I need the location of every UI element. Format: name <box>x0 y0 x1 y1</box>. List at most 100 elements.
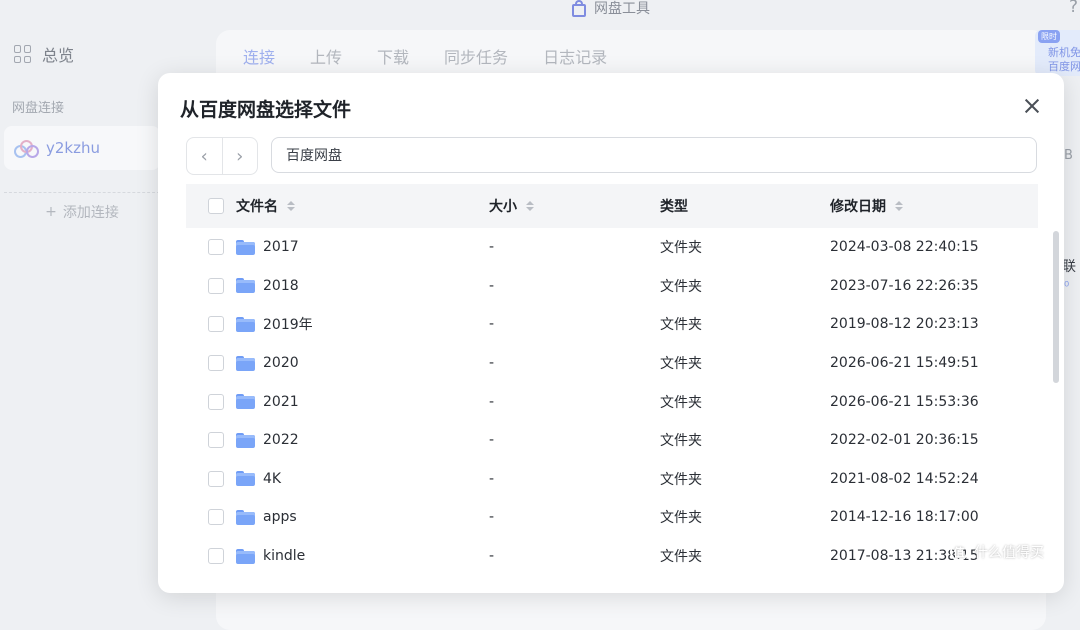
folder-icon <box>236 355 255 371</box>
file-date: 2022-02-01 20:36:15 <box>830 432 979 449</box>
tab-download[interactable]: 下载 <box>377 44 409 68</box>
watermark-text: 什么值得买 <box>974 545 1044 561</box>
folder-icon <box>236 432 255 448</box>
account-name: y2kzhu <box>46 139 100 157</box>
folder-icon <box>236 471 255 487</box>
table-row[interactable]: 2020 - 文件夹 2026-06-21 15:49:51 <box>186 344 1038 383</box>
sidebar-item-account[interactable]: y2kzhu <box>4 126 160 170</box>
close-icon[interactable] <box>1020 94 1044 118</box>
file-size: - <box>489 355 495 372</box>
grid-icon <box>14 45 32 63</box>
file-date: 2021-08-02 14:52:24 <box>830 470 979 487</box>
row-checkbox[interactable] <box>208 277 224 294</box>
table-header: 文件名 大小 类型 修改日期 <box>186 184 1038 228</box>
table-row[interactable]: apps - 文件夹 2014-12-16 18:17:00 <box>186 498 1038 537</box>
row-checkbox[interactable] <box>208 393 224 410</box>
file-date: 2024-03-08 22:40:15 <box>830 239 979 256</box>
table-row[interactable]: 2019年 - 文件夹 2019-08-12 20:23:13 <box>186 305 1038 344</box>
sort-icon[interactable] <box>895 201 903 211</box>
column-header-date: 修改日期 <box>830 199 886 215</box>
add-connection-label: 添加连接 <box>62 205 119 221</box>
background-text: 联 <box>1062 259 1076 275</box>
file-name: 2019年 <box>263 317 313 334</box>
file-size: - <box>489 548 495 565</box>
table-row[interactable]: 2022 - 文件夹 2022-02-01 20:36:15 <box>186 421 1038 460</box>
table-row[interactable]: 4K - 文件夹 2021-08-02 14:52:24 <box>186 460 1038 499</box>
folder-icon <box>236 278 255 294</box>
app-title-text: 网盘工具 <box>594 1 650 17</box>
folder-icon <box>236 394 255 410</box>
file-type: 文件夹 <box>660 549 702 566</box>
plus-icon: + <box>45 204 57 220</box>
lock-icon <box>572 0 586 17</box>
back-button[interactable]: ‹ <box>187 138 222 174</box>
tab-connect[interactable]: 连接 <box>243 44 275 68</box>
path-input[interactable] <box>271 137 1037 173</box>
background-text: B <box>1064 148 1073 163</box>
file-date: 2019-08-12 20:23:13 <box>830 316 979 333</box>
folder-icon <box>236 239 255 255</box>
column-header-size: 大小 <box>489 199 517 215</box>
chevron-left-icon: ‹ <box>200 145 208 167</box>
file-date: 2026-06-21 15:49:51 <box>830 355 979 372</box>
file-picker-dialog: 从百度网盘选择文件 ‹ › 文件名 大小 类型 修改日期 2017 - 文件夹 … <box>158 73 1064 593</box>
file-date: 2014-12-16 18:17:00 <box>830 509 979 526</box>
sort-icon[interactable] <box>287 201 295 211</box>
table-row[interactable]: 2018 - 文件夹 2023-07-16 22:26:35 <box>186 267 1038 306</box>
file-type: 文件夹 <box>660 356 702 373</box>
file-size: - <box>489 277 495 294</box>
file-type: 文件夹 <box>660 510 702 527</box>
add-connection-button[interactable]: + 添加连接 <box>4 192 160 231</box>
folder-icon <box>236 509 255 525</box>
file-name: 4K <box>263 470 282 487</box>
file-date: 2023-07-16 22:26:35 <box>830 277 979 294</box>
file-name: apps <box>263 509 297 526</box>
scrollbar[interactable] <box>1053 231 1059 383</box>
folder-icon <box>236 548 255 564</box>
row-checkbox[interactable] <box>208 355 224 372</box>
table-row[interactable]: 2017 - 文件夹 2024-03-08 22:40:15 <box>186 228 1038 267</box>
promo-badge: 限时 <box>1038 30 1060 43</box>
row-checkbox[interactable] <box>208 432 224 449</box>
row-checkbox[interactable] <box>208 548 224 565</box>
tab-sync-tasks[interactable]: 同步任务 <box>444 44 508 68</box>
app-title: 网盘工具 <box>572 0 650 18</box>
promo-banner[interactable]: 限时 新机免 百度网 <box>1035 30 1080 76</box>
file-type: 文件夹 <box>660 317 702 334</box>
tab-upload[interactable]: 上传 <box>310 44 342 68</box>
file-table: 文件名 大小 类型 修改日期 2017 - 文件夹 2024-03-08 22:… <box>186 184 1038 575</box>
chevron-right-icon: › <box>236 145 244 167</box>
file-size: - <box>489 393 495 410</box>
row-checkbox[interactable] <box>208 470 224 487</box>
file-name: 2021 <box>263 393 299 410</box>
table-row[interactable]: 2021 - 文件夹 2026-06-21 15:53:36 <box>186 382 1038 421</box>
file-name: kindle <box>263 548 306 565</box>
sidebar-item-label: 总览 <box>42 46 75 65</box>
file-name: 2020 <box>263 355 299 372</box>
file-size: - <box>489 470 495 487</box>
row-checkbox[interactable] <box>208 509 224 526</box>
sidebar: 总览 网盘连接 y2kzhu + 添加连接 <box>0 24 160 577</box>
nav-buttons: ‹ › <box>186 137 258 175</box>
row-checkbox[interactable] <box>208 316 224 333</box>
file-type: 文件夹 <box>660 433 702 450</box>
promo-line: 百度网 <box>1048 60 1080 73</box>
file-type: 文件夹 <box>660 394 702 411</box>
tab-logs[interactable]: 日志记录 <box>543 44 607 68</box>
sort-icon[interactable] <box>526 201 534 211</box>
file-date: 2026-06-21 15:53:36 <box>830 393 979 410</box>
section-label: 网盘连接 <box>12 101 65 116</box>
file-type: 文件夹 <box>660 240 702 257</box>
table-row[interactable]: kindle - 文件夹 2017-08-13 21:38:15 <box>186 537 1038 576</box>
dialog-title: 从百度网盘选择文件 <box>180 99 352 121</box>
row-checkbox[interactable] <box>208 239 224 256</box>
watermark-logo-icon: 值 <box>950 543 968 561</box>
sidebar-item-overview[interactable]: 总览 <box>14 42 74 66</box>
forward-button[interactable]: › <box>221 138 258 174</box>
select-all-checkbox[interactable] <box>208 198 224 214</box>
file-type: 文件夹 <box>660 278 702 295</box>
folder-icon <box>236 316 255 332</box>
help-icon[interactable]: ? <box>1069 0 1078 17</box>
column-header-name: 文件名 <box>236 199 278 215</box>
tab-bar: 连接 上传 下载 同步任务 日志记录 <box>243 44 607 68</box>
